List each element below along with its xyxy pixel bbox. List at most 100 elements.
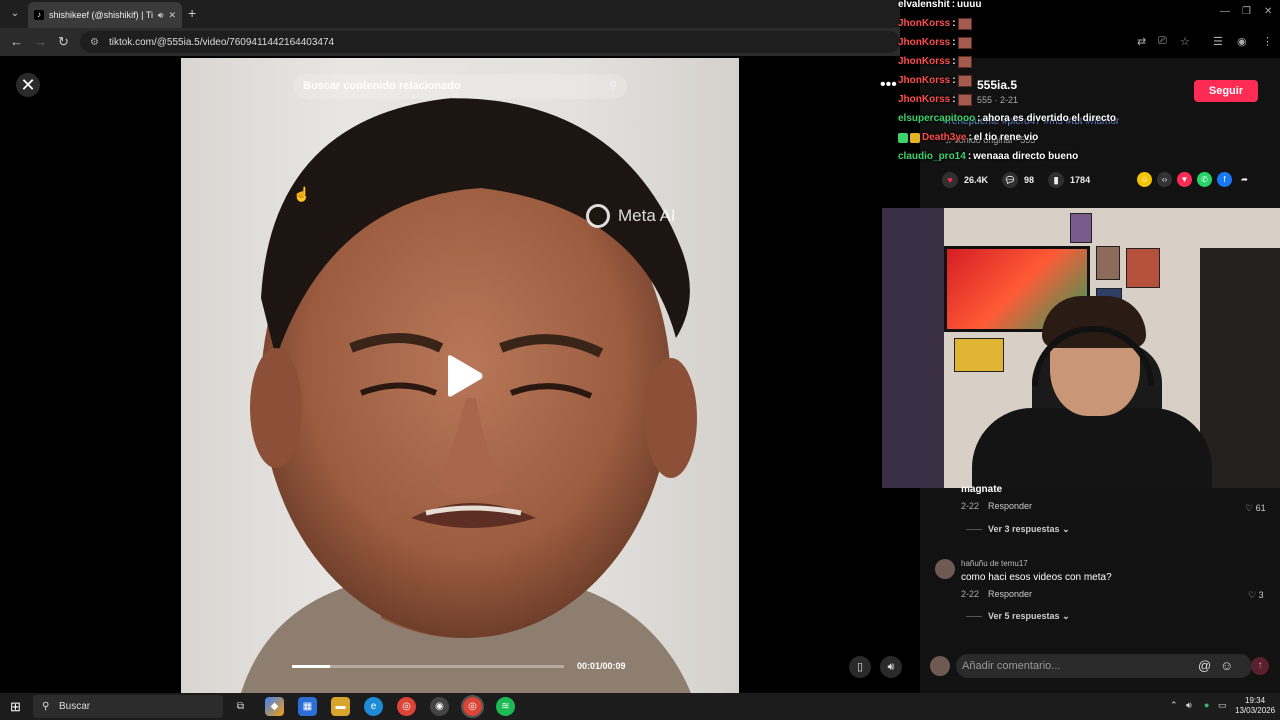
chat-separator: : [952, 37, 956, 48]
search-icon: ⚲ [42, 701, 50, 712]
like-count: 26.4K [964, 175, 989, 185]
divider [966, 616, 982, 618]
network-icon[interactable]: ▭ [1218, 700, 1227, 711]
comment-like-count: 3 [1258, 590, 1264, 600]
chat-message: claudio_pro14 : wenaaa directo bueno [898, 147, 1278, 166]
chevron-down-icon: ⌄ [1062, 611, 1070, 621]
mouse-cursor-icon: ☝ [293, 186, 311, 202]
chat-message: JhonKorss : [898, 14, 1278, 33]
search-icon[interactable]: ⚲ [609, 74, 617, 99]
spotify-icon[interactable]: ≋ [496, 697, 515, 716]
play-icon[interactable] [444, 354, 484, 398]
forward-icon[interactable]: → [34, 34, 47, 49]
more-options-icon[interactable]: ••• [880, 76, 897, 94]
video-progress-fill [292, 665, 331, 668]
chat-separator: : [951, 0, 956, 10]
volume-tray-icon[interactable]: 🔊︎ [1186, 700, 1192, 711]
chat-username: elsupercapitooo [898, 113, 976, 124]
mini-player-icon[interactable]: ▯ [849, 656, 871, 678]
comment-text: como haci esos videos con meta? [961, 572, 1112, 583]
site-info-icon[interactable]: ⚙ [90, 37, 99, 48]
copilot-icon[interactable]: ◆ [265, 697, 284, 716]
meta-ai-watermark: Meta AI [586, 204, 676, 228]
file-explorer-icon[interactable]: ▬ [331, 697, 350, 716]
obs-icon[interactable]: ◉ [430, 697, 449, 716]
divider [966, 529, 982, 531]
streamer-webcam [882, 208, 1280, 488]
like-heart-icon[interactable]: ♥ [942, 172, 958, 188]
facebook-icon[interactable]: f [1217, 172, 1232, 187]
chat-separator: : [952, 75, 956, 86]
view-replies-button[interactable]: Ver 5 respuestas ⌄ [966, 611, 1070, 622]
comment-bubble-icon[interactable]: 💬︎ [1002, 172, 1019, 188]
task-view-icon[interactable]: ⧉ [231, 697, 250, 716]
friends-share-icon[interactable]: ☺ [1137, 172, 1152, 187]
comment-input[interactable]: Añadir comentario... @ ☺ [956, 654, 1252, 678]
video-progress-bar[interactable] [292, 665, 564, 668]
speaker-icon[interactable]: 🔊︎ [158, 10, 164, 21]
volume-icon[interactable]: 🔊︎ [880, 656, 902, 678]
chat-username: claudio_pro14 [898, 151, 966, 162]
comment-username[interactable]: hañuñu de temu17 [961, 559, 1028, 568]
reload-icon[interactable]: ↻ [58, 34, 69, 50]
tray-expand-icon[interactable]: ⌃ [1170, 700, 1178, 711]
chat-username: JhonKorss [898, 56, 951, 67]
related-search-placeholder: Buscar contenido relacionado [303, 80, 461, 92]
tray-app-icon[interactable]: ● [1204, 700, 1209, 710]
edge-icon[interactable]: e [364, 697, 383, 716]
avatar[interactable] [935, 559, 955, 579]
chat-emote-icon [957, 36, 972, 49]
system-clock[interactable]: 19:34 13/03/2026 [1235, 696, 1275, 716]
chat-username: JhonKorss [898, 37, 951, 48]
chat-text: wenaaa directo bueno [973, 151, 1079, 162]
share-arrow-icon[interactable]: ➦ [1237, 172, 1252, 187]
whatsapp-icon[interactable]: ✆ [1197, 172, 1212, 187]
emoji-icon[interactable]: ☺ [1220, 654, 1233, 678]
chat-separator: : [968, 132, 972, 143]
chat-message: Death3ye : el tio rene vio [898, 128, 1278, 147]
send-share-icon[interactable]: ▼ [1177, 172, 1192, 187]
clock-date: 13/03/2026 [1235, 706, 1276, 715]
chat-username: Death3ye [922, 132, 967, 143]
address-bar-row: ← → ↻ ⚙ tiktok.com/@555ia.5/video/760941… [0, 28, 900, 56]
view-replies-button[interactable]: Ver 3 respuestas ⌄ [966, 524, 1070, 535]
tab-search-chevron-icon[interactable]: ⌄ [6, 5, 24, 23]
bookmark-icon[interactable]: ▮ [1048, 172, 1065, 188]
avatar [930, 656, 950, 676]
tab-close-icon[interactable]: ✕ [168, 10, 176, 21]
new-tab-icon[interactable]: + [188, 5, 196, 21]
store-icon[interactable]: ▦ [298, 697, 317, 716]
comment-like[interactable]: ♡ 61 [1245, 503, 1266, 514]
chrome-active-icon[interactable]: ◎ [461, 695, 484, 718]
back-icon[interactable]: ← [10, 34, 23, 49]
taskbar-search[interactable]: ⚲ Buscar [33, 695, 223, 718]
browser-tab[interactable]: ♪ shishikeef (@shishikif) | Tik 🔊︎ ✕ [28, 2, 182, 28]
chat-separator: : [952, 18, 956, 29]
chat-emote-icon [957, 93, 972, 106]
close-video-button[interactable]: ✕ [16, 73, 40, 97]
reply-button[interactable]: Responder [988, 501, 1032, 511]
chat-separator: : [952, 94, 956, 105]
chat-username: JhonKorss [898, 75, 951, 86]
chat-text: uuuu [957, 0, 982, 10]
chat-message: elsupercapitooo : ahora es divertido el … [898, 109, 1278, 128]
chat-emote-icon [957, 74, 972, 87]
chat-badge-icon [898, 132, 908, 143]
chrome-icon[interactable]: ◎ [397, 697, 416, 716]
related-search-input[interactable]: Buscar contenido relacionado ⚲ [293, 74, 627, 99]
send-comment-icon[interactable]: ↑ [1251, 657, 1269, 675]
windows-start-icon[interactable]: ⊞ [10, 699, 21, 715]
mention-icon[interactable]: @ [1198, 654, 1211, 678]
meta-ai-ring-icon [586, 204, 610, 228]
chat-username: elvalenshit [898, 0, 950, 10]
comment-count: 98 [1024, 175, 1035, 185]
browser-tab-bar: ⌄ ♪ shishikeef (@shishikif) | Tik 🔊︎ ✕ + [0, 0, 900, 28]
comment-date: 2-22 [961, 589, 980, 599]
embed-code-icon[interactable]: ‹› [1157, 172, 1172, 187]
view-replies-label: Ver 5 respuestas [988, 611, 1060, 621]
comment-like[interactable]: ♡ 3 [1248, 590, 1264, 601]
reply-button[interactable]: Responder [988, 589, 1032, 599]
chat-message: JhonKorss : [898, 33, 1278, 52]
url-field[interactable]: ⚙ tiktok.com/@555ia.5/video/760941144216… [80, 31, 900, 53]
chat-separator: : [977, 113, 981, 124]
